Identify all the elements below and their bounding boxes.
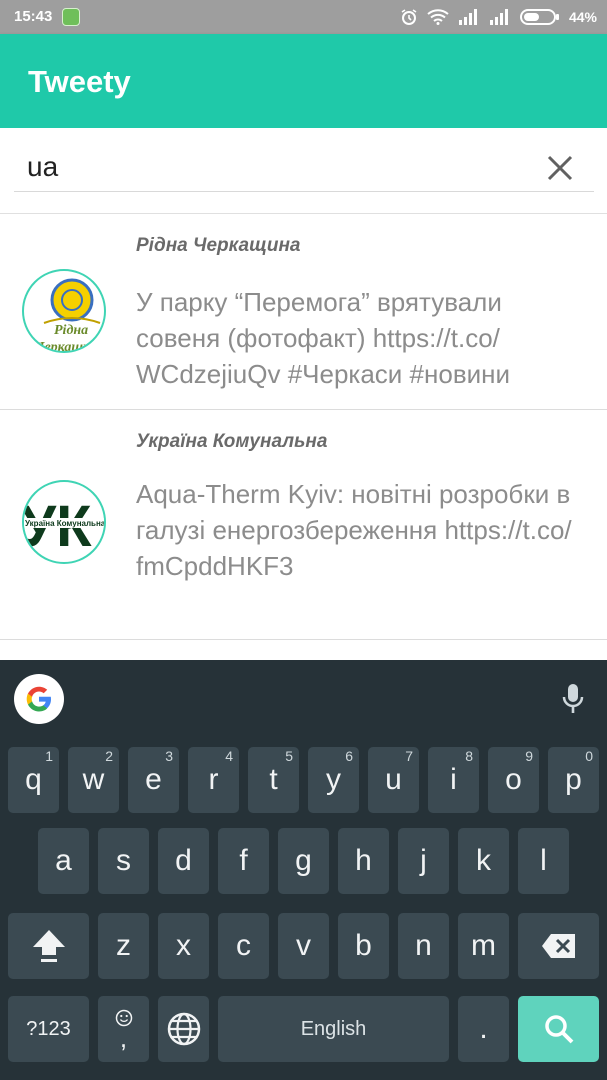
- avatar-caption: Україна Комунальна: [25, 519, 106, 528]
- google-icon: [26, 686, 51, 712]
- key-s[interactable]: s: [98, 828, 149, 894]
- search-icon: [544, 1015, 573, 1044]
- search-key[interactable]: [518, 996, 599, 1062]
- avatar-logo-image: УК Україна Комунальна: [24, 494, 106, 559]
- app-notification-icon: [62, 8, 80, 26]
- clear-search-button[interactable]: [542, 150, 578, 186]
- battery-percent: 44%: [568, 9, 597, 25]
- alarm-icon: [401, 9, 417, 25]
- symbols-key[interactable]: ?123: [8, 996, 89, 1062]
- key-p[interactable]: 0p: [548, 747, 599, 813]
- key-b[interactable]: b: [338, 913, 389, 979]
- key-g[interactable]: g: [278, 828, 329, 894]
- key-r[interactable]: 4r: [188, 747, 239, 813]
- avatar[interactable]: Рідна Черкащина: [22, 269, 106, 353]
- key-u[interactable]: 7u: [368, 747, 419, 813]
- key-o[interactable]: 9o: [488, 747, 539, 813]
- key-t[interactable]: 5t: [248, 747, 299, 813]
- key-n[interactable]: n: [398, 913, 449, 979]
- tweet-item[interactable]: УК Україна Комунальна Україна Комунальна…: [0, 410, 607, 640]
- comma-key[interactable]: ,: [98, 996, 149, 1062]
- backspace-key[interactable]: [518, 913, 599, 979]
- key-z[interactable]: z: [98, 913, 149, 979]
- key-c[interactable]: c: [218, 913, 269, 979]
- period-key[interactable]: .: [458, 996, 509, 1062]
- key-l[interactable]: l: [518, 828, 569, 894]
- key-q[interactable]: 1q: [8, 747, 59, 813]
- close-icon: [547, 155, 573, 181]
- key-a[interactable]: a: [38, 828, 89, 894]
- backspace-icon: [541, 934, 575, 958]
- signal-icon: [489, 9, 508, 25]
- key-x[interactable]: x: [158, 913, 209, 979]
- key-e[interactable]: 3e: [128, 747, 179, 813]
- search-input[interactable]: [14, 142, 594, 192]
- google-button[interactable]: [14, 674, 64, 724]
- language-key[interactable]: [158, 996, 209, 1062]
- key-f[interactable]: f: [218, 828, 269, 894]
- key-h[interactable]: h: [338, 828, 389, 894]
- status-time: 15:43: [14, 8, 53, 25]
- svg-text:Рідна: Рідна: [54, 323, 88, 338]
- key-v[interactable]: v: [278, 913, 329, 979]
- battery-icon: [519, 9, 559, 25]
- keyboard: 1q 2w 3e 4r 5t 6y 7u 8i 9o 0p a s d f g …: [0, 660, 607, 1080]
- key-y[interactable]: 6y: [308, 747, 359, 813]
- status-icons: 44%: [400, 7, 597, 27]
- shift-icon: [32, 930, 65, 962]
- tweet-item[interactable]: Рідна Черкащина Рідна Черкащина У парку …: [0, 214, 607, 410]
- globe-icon: [167, 1012, 200, 1046]
- shift-key[interactable]: [8, 913, 89, 979]
- avatar[interactable]: УК Україна Комунальна: [22, 480, 106, 564]
- mic-icon[interactable]: [560, 682, 586, 716]
- signal-icon: [458, 9, 477, 25]
- key-m[interactable]: m: [458, 913, 509, 979]
- tweet-text: У парку “Перемога” врятували совеня (фот…: [136, 287, 511, 389]
- tweet-text: Aqua-Therm Kyiv: новітні розробки в галу…: [136, 479, 572, 581]
- tweet-author: Україна Комунальна: [136, 431, 328, 452]
- key-i[interactable]: 8i: [428, 747, 479, 813]
- app-bar: Tweety: [0, 34, 607, 128]
- space-key[interactable]: English: [218, 996, 449, 1062]
- key-d[interactable]: d: [158, 828, 209, 894]
- key-k[interactable]: k: [458, 828, 509, 894]
- key-w[interactable]: 2w: [68, 747, 119, 813]
- search-row: [0, 128, 607, 214]
- tweet-author: Рідна Черкащина: [136, 235, 301, 256]
- status-bar: 15:43 44%: [0, 0, 607, 34]
- svg-text:Черкащина: Черкащина: [34, 340, 106, 353]
- app-title: Tweety: [28, 64, 131, 99]
- wifi-icon: [427, 9, 449, 25]
- avatar-logo-image: Рідна Черкащина: [34, 278, 106, 353]
- key-j[interactable]: j: [398, 828, 449, 894]
